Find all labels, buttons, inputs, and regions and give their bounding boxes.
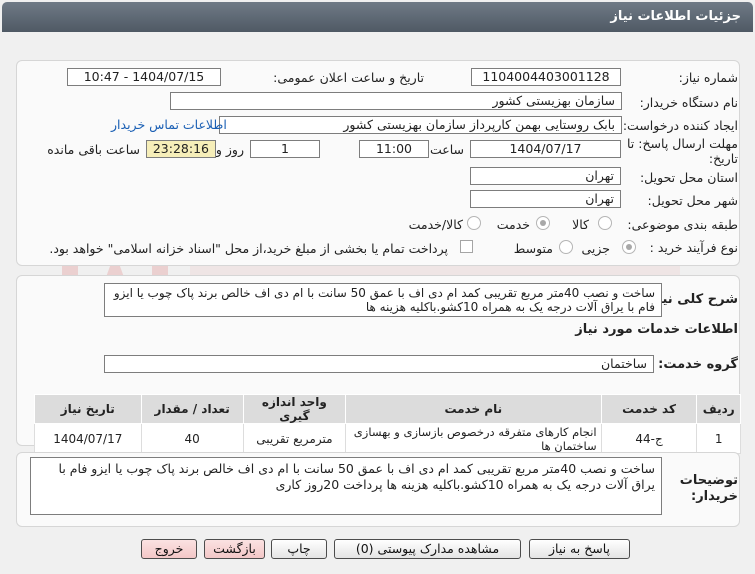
table-cell: ج-44 bbox=[600, 423, 698, 454]
days-field: 1 bbox=[250, 140, 320, 158]
table-header-cell: کد خدمت bbox=[600, 394, 698, 424]
exit-button[interactable]: خروج bbox=[141, 539, 197, 559]
summary-textbox: ساخت و نصب 40متر مربع تقریبی کمد ام دی ا… bbox=[104, 283, 662, 317]
deadline-date-label: تاریخ: bbox=[708, 151, 738, 166]
table-header-cell: ردیف bbox=[696, 394, 741, 424]
table-cell: 40 bbox=[140, 423, 244, 454]
category-label: طبقه بندی موضوعی: bbox=[627, 217, 738, 232]
province-field: تهران bbox=[470, 167, 621, 185]
announce-field: 1404/07/15 - 10:47 bbox=[67, 68, 221, 86]
buyer-field: سازمان بهزیستی کشور bbox=[170, 92, 622, 110]
deadline-time-field: 11:00 bbox=[359, 140, 429, 158]
buyer-notes-label-2: خریدار: bbox=[691, 489, 738, 504]
table-header-cell: تاریخ نیاز bbox=[34, 394, 142, 424]
table-header-row: ردیف کد خدمت نام خدمت واحد اندازه گیری ت… bbox=[34, 394, 741, 424]
remaining-time-field: 23:28:16 bbox=[146, 140, 216, 158]
view-docs-button[interactable]: مشاهده مدارک پیوستی (0) bbox=[334, 539, 521, 559]
service-group-field: ساختمان bbox=[104, 355, 654, 373]
buyer-label: نام دستگاه خریدار: bbox=[639, 95, 738, 110]
process-radio-minor[interactable] bbox=[622, 240, 636, 254]
table-header-cell: تعداد / مقدار bbox=[140, 394, 244, 424]
remaining-label: ساعت باقی مانده bbox=[47, 142, 140, 157]
need-number-label: شماره نیاز: bbox=[678, 70, 738, 85]
table-cell: 1 bbox=[696, 423, 741, 454]
category-radio-goods-service[interactable] bbox=[467, 216, 481, 230]
table-header-cell: واحد اندازه گیری bbox=[242, 394, 347, 424]
deadline-date-field: 1404/07/17 bbox=[470, 140, 621, 158]
city-field: تهران bbox=[470, 190, 621, 208]
services-section-title: اطلاعات خدمات مورد نیاز bbox=[575, 322, 738, 337]
reply-button[interactable]: پاسخ به نیاز bbox=[529, 539, 630, 559]
service-group-label: گروه خدمت: bbox=[658, 357, 738, 372]
buyer-notes-textbox: ساخت و نصب 40متر مربع تقریبی کمد ام دی ا… bbox=[30, 457, 662, 515]
process-radio-medium[interactable] bbox=[559, 240, 573, 254]
category-radio-goods[interactable] bbox=[598, 216, 612, 230]
process-option-minor: جزیی bbox=[581, 241, 610, 256]
creator-field: بابک روستایی بهمن کارپرداز سازمان بهزیست… bbox=[219, 116, 622, 134]
window-title: جزئیات اطلاعات نیاز bbox=[2, 2, 753, 32]
table-cell: مترمربع تقریبی bbox=[242, 423, 347, 454]
back-button[interactable]: بازگشت bbox=[204, 539, 265, 559]
table-cell: 1404/07/17 bbox=[34, 423, 142, 454]
services-table: ردیف کد خدمت نام خدمت واحد اندازه گیری ت… bbox=[34, 394, 741, 454]
table-cell: انجام کارهای متفرقه درخصوص بازسازی و بهس… bbox=[345, 423, 602, 454]
creator-label: ایجاد کننده درخواست: bbox=[622, 118, 738, 133]
details-panel bbox=[16, 60, 740, 266]
table-row: 1 ج-44 انجام کارهای متفرقه درخصوص بازساز… bbox=[34, 423, 741, 454]
treasury-checkbox[interactable] bbox=[460, 240, 473, 253]
category-option-goods: کالا bbox=[572, 217, 589, 232]
category-option-service: خدمت bbox=[496, 217, 530, 232]
need-number-field: 1104004403001128 bbox=[471, 68, 621, 86]
process-label: نوع فرآیند خرید : bbox=[649, 240, 738, 255]
buyer-notes-label: توضیحات bbox=[679, 473, 738, 488]
city-label: شهر محل تحویل: bbox=[647, 193, 738, 208]
deadline-time-label: ساعت bbox=[429, 142, 464, 157]
days-label: روز و bbox=[215, 142, 244, 157]
category-option-goods-service: کالا/خدمت bbox=[408, 217, 463, 232]
category-radio-service[interactable] bbox=[536, 216, 550, 230]
print-button[interactable]: چاپ bbox=[271, 539, 327, 559]
announce-label: تاریخ و ساعت اعلان عمومی: bbox=[273, 70, 424, 85]
treasury-note: پرداخت تمام یا بخشی از مبلغ خرید،از محل … bbox=[49, 241, 448, 256]
table-header-cell: نام خدمت bbox=[345, 394, 602, 424]
contact-buyer-link[interactable]: اطلاعات تماس خریدار bbox=[111, 117, 227, 132]
deadline-label: مهلت ارسال پاسخ: تا bbox=[627, 136, 738, 151]
province-label: استان محل تحویل: bbox=[639, 170, 738, 185]
process-option-medium: متوسط bbox=[513, 241, 553, 256]
